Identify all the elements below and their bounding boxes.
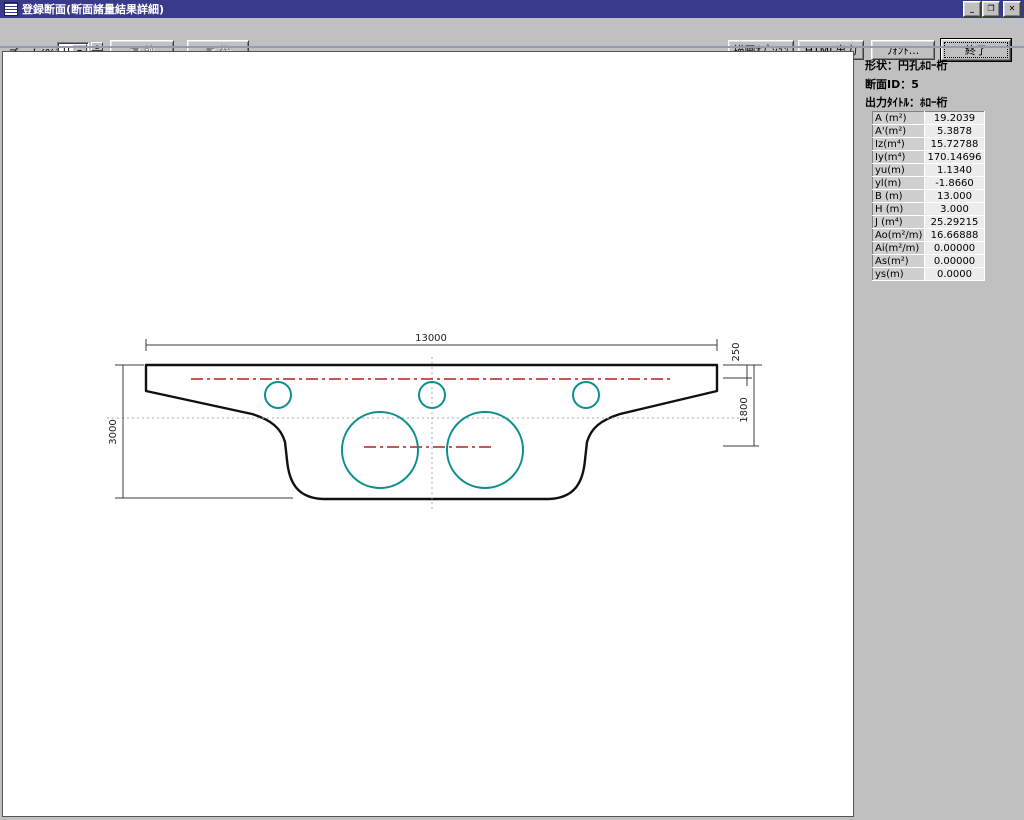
property-label: B (m) [873, 190, 925, 203]
property-label: H (m) [873, 203, 925, 216]
property-value: 0.0000 [925, 268, 984, 281]
property-label: J (m⁴) [873, 216, 925, 229]
property-value: -1.8660 [925, 177, 984, 190]
cross-section-drawing: 13000 3000 250 1800 [3, 52, 853, 816]
property-label: Iy(m⁴) [873, 151, 925, 164]
output-title-line: 出力ﾀｲﾄﾙ：ﾎﾛｰ桁 [865, 94, 948, 110]
property-label: A (m²) [873, 112, 925, 125]
property-label: yu(m) [873, 164, 925, 177]
property-value: 0.00000 [925, 242, 984, 255]
table-row: Ao(m²/m) 16.66888 [873, 229, 985, 242]
property-label: ys(m) [873, 268, 925, 281]
minimize-button[interactable]: _ [963, 1, 981, 17]
table-row: B (m) 13.000 [873, 190, 985, 203]
app-window: 登録断面(断面諸量結果詳細) _ ❐ ✕ ズーム(%) 100 ▼ ▲ ▼ ☚ … [0, 0, 1024, 819]
property-value: 1.1340 [925, 164, 984, 177]
dim-edge-label: 250 [731, 342, 742, 361]
table-row: H (m) 3.000 [873, 203, 985, 216]
app-icon [4, 2, 18, 16]
table-row: Iy(m⁴) 170.14696 [873, 151, 985, 164]
property-label: yl(m) [873, 177, 925, 190]
shape-line: 形状：円孔ﾎﾛｰ桁 [865, 57, 948, 73]
drawing-canvas[interactable]: 13000 3000 250 1800 [2, 51, 854, 817]
property-value: 19.2039 [925, 112, 984, 125]
table-row: As(m²) 0.00000 [873, 255, 985, 268]
property-value: 15.72788 [925, 138, 984, 151]
results-panel: 形状：円孔ﾎﾛｰ桁 断面ID：5 出力ﾀｲﾄﾙ：ﾎﾛｰ桁 A (m²) 19.2… [862, 51, 1024, 819]
table-row: Ai(m²/m) 0.00000 [873, 242, 985, 255]
dim-inner-label: 1800 [739, 397, 750, 422]
property-value: 16.66888 [925, 229, 984, 242]
property-value: 25.29215 [925, 216, 984, 229]
title-bar[interactable]: 登録断面(断面諸量結果詳細) _ ❐ ✕ [0, 0, 1024, 18]
property-label: Iz(m⁴) [873, 138, 925, 151]
table-row: ys(m) 0.0000 [873, 268, 985, 281]
property-label: As(m²) [873, 255, 925, 268]
dim-height-label: 3000 [108, 419, 119, 444]
property-value: 13.000 [925, 190, 984, 203]
table-row: J (m⁴) 25.29215 [873, 216, 985, 229]
table-row: yl(m) -1.8660 [873, 177, 985, 190]
property-value: 5.3878 [925, 125, 984, 138]
table-row: A (m²) 19.2039 [873, 112, 985, 125]
close-button[interactable]: ✕ [1003, 1, 1021, 17]
toolbar: ズーム(%) 100 ▼ ▲ ▼ ☚ 前 ☛ 後 描画ｵﾌﾟｼｮﾝ HTML出力… [0, 18, 1024, 46]
table-row: Iz(m⁴) 15.72788 [873, 138, 985, 151]
section-properties-table: A (m²) 19.2039 A'(m²) 5.3878 Iz(m⁴) 15.7… [872, 111, 985, 281]
window-title: 登録断面(断面諸量結果詳細) [22, 1, 963, 17]
property-label: A'(m²) [873, 125, 925, 138]
property-value: 0.00000 [925, 255, 984, 268]
property-label: Ai(m²/m) [873, 242, 925, 255]
table-row: yu(m) 1.1340 [873, 164, 985, 177]
restore-button[interactable]: ❐ [982, 1, 1000, 17]
toolbar-divider [0, 46, 1024, 48]
section-id-line: 断面ID：5 [865, 76, 919, 92]
property-value: 170.14696 [925, 151, 984, 164]
property-label: Ao(m²/m) [873, 229, 925, 242]
property-value: 3.000 [925, 203, 984, 216]
table-row: A'(m²) 5.3878 [873, 125, 985, 138]
dim-width-label: 13000 [415, 333, 447, 344]
